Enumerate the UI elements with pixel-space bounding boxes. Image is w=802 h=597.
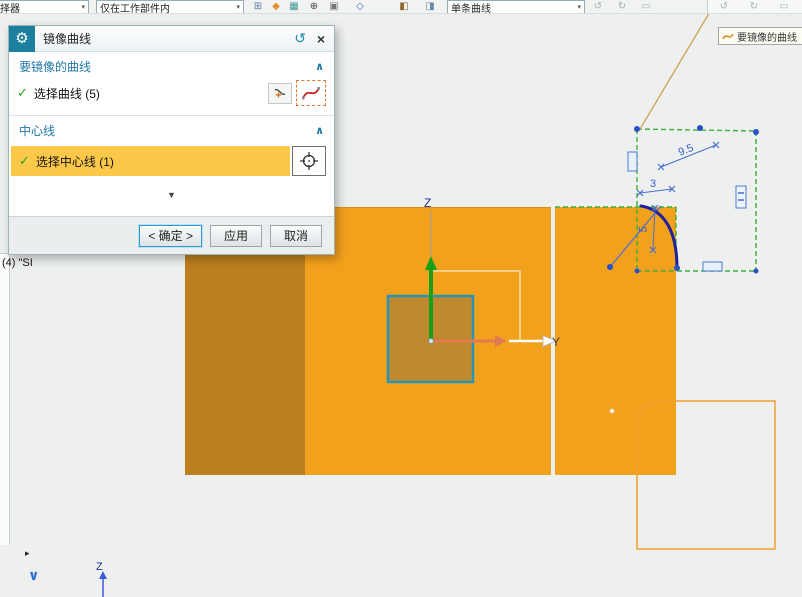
curves-section-header[interactable]: 要镜像的曲线 ∧	[9, 52, 334, 78]
centerline-section-header[interactable]: 中心线 ∧	[9, 115, 334, 142]
add-curve-button[interactable]	[268, 82, 292, 104]
centerline-section-label: 中心线	[19, 124, 56, 138]
check-icon: ✓	[19, 153, 30, 168]
snap-center-icon[interactable]: ⊕	[306, 0, 322, 13]
window-icon[interactable]: ▭	[776, 0, 792, 13]
crosshair-icon	[300, 152, 318, 170]
resource-bar[interactable]	[0, 253, 10, 545]
top-toolbar: 选择器 ▾ 仅在工作部件内 ▾ 单条曲线 ▾ ⊞ ◆ ▦ ⊕ ▣ ◇ ◧ ◨ ↺…	[0, 0, 802, 14]
mirror-curve-dialog: ⚙ 镜像曲线 ↺ × 要镜像的曲线 ∧ ✓ 选择曲线 (5) 中心线 ∧ ✓ 选…	[8, 25, 335, 255]
curve-rule-value: 单条曲线	[451, 3, 491, 14]
select-centerline-label: 选择中心线 (1)	[35, 154, 114, 169]
snap-quadrant-icon[interactable]: ◇	[352, 0, 368, 13]
apply-button[interactable]: 应用	[210, 224, 262, 247]
undo-icon[interactable]: ↺	[716, 0, 732, 13]
reset-icon[interactable]: ↺	[294, 30, 306, 47]
shaded-view-icon[interactable]: ◧	[396, 0, 412, 13]
undo-icon[interactable]: ↺	[590, 0, 606, 13]
view-triad: Z	[96, 561, 107, 597]
tree-item[interactable]: (4) "SI	[2, 257, 33, 269]
snap-intersection-icon[interactable]: ▣	[326, 0, 342, 13]
selection-filter-dropdown[interactable]: 选择器 ▾	[0, 0, 89, 14]
grid-snap-icon[interactable]: ▦	[286, 0, 302, 13]
dimension-9-5[interactable]: 9.5	[677, 142, 696, 159]
curve-rule-button[interactable]	[296, 80, 326, 106]
equal-constraint-badge[interactable]	[735, 185, 747, 209]
expand-more-button[interactable]: ▼	[149, 190, 195, 200]
redo-icon[interactable]: ↻	[746, 0, 762, 13]
curve-rule-dropdown[interactable]: 单条曲线 ▾	[447, 0, 585, 14]
ok-button[interactable]: < 确定 >	[139, 224, 202, 247]
dialog-title: 镜像曲线	[43, 32, 92, 46]
axis-y-label: Y	[552, 335, 560, 349]
status-tip: 要镜像的曲线	[718, 27, 802, 45]
spline-icon	[302, 87, 320, 100]
check-icon: ✓	[17, 85, 28, 100]
dimension-3[interactable]: 3	[650, 178, 656, 190]
cancel-button[interactable]: 取消	[270, 224, 322, 247]
select-curves-label[interactable]: 选择曲线 (5)	[34, 85, 100, 102]
axis-z-label: Z	[424, 196, 431, 210]
chevron-up-icon[interactable]: ∧	[315, 124, 324, 137]
snap-point-icon[interactable]: ◆	[268, 0, 284, 13]
centerline-picker-button[interactable]	[292, 146, 326, 176]
chevron-down-icon: ▾	[577, 4, 581, 11]
add-curve-icon	[274, 88, 286, 98]
select-curves-row: ✓ 选择曲线 (5)	[9, 78, 334, 108]
dialog-body: 要镜像的曲线 ∧ ✓ 选择曲线 (5) 中心线 ∧ ✓ 选择中心线 (1) ▼	[9, 52, 334, 216]
curve-icon	[722, 33, 734, 40]
close-icon[interactable]: ×	[317, 31, 325, 47]
chevron-up-icon[interactable]: ∧	[315, 60, 324, 73]
snap-point	[609, 408, 615, 414]
window-icon[interactable]: ▭	[638, 0, 654, 13]
datum-plane-icon[interactable]: ⊞	[250, 0, 266, 13]
triad-z-label: Z	[96, 561, 103, 573]
gear-icon: ⚙	[9, 25, 35, 52]
selection-filter-value: 选择器	[0, 3, 20, 14]
chevron-down-icon: ▾	[81, 4, 85, 11]
expand-row: ▼	[9, 185, 334, 203]
redo-icon[interactable]: ↻	[614, 0, 630, 13]
construction-line[interactable]	[639, 0, 718, 130]
curves-section-label: 要镜像的曲线	[19, 60, 92, 74]
select-centerline-row: ✓ 选择中心线 (1)	[9, 142, 334, 176]
dialog-footer: < 确定 > 应用 取消	[9, 216, 334, 254]
select-centerline-field[interactable]: ✓ 选择中心线 (1)	[11, 146, 290, 176]
dialog-titlebar[interactable]: ⚙ 镜像曲线 ↺ ×	[9, 25, 334, 52]
chevron-down-icon: ▾	[236, 4, 240, 11]
wireframe-view-icon[interactable]: ◨	[422, 0, 438, 13]
chevron-down-icon[interactable]: ∨	[28, 567, 39, 584]
selection-scope-value: 仅在工作部件内	[100, 3, 170, 14]
panel-expand-icon[interactable]: ▸	[25, 548, 30, 559]
origin-point[interactable]	[428, 338, 434, 344]
status-tip-text: 要镜像的曲线	[737, 32, 797, 44]
selection-scope-dropdown[interactable]: 仅在工作部件内 ▾	[96, 0, 244, 14]
